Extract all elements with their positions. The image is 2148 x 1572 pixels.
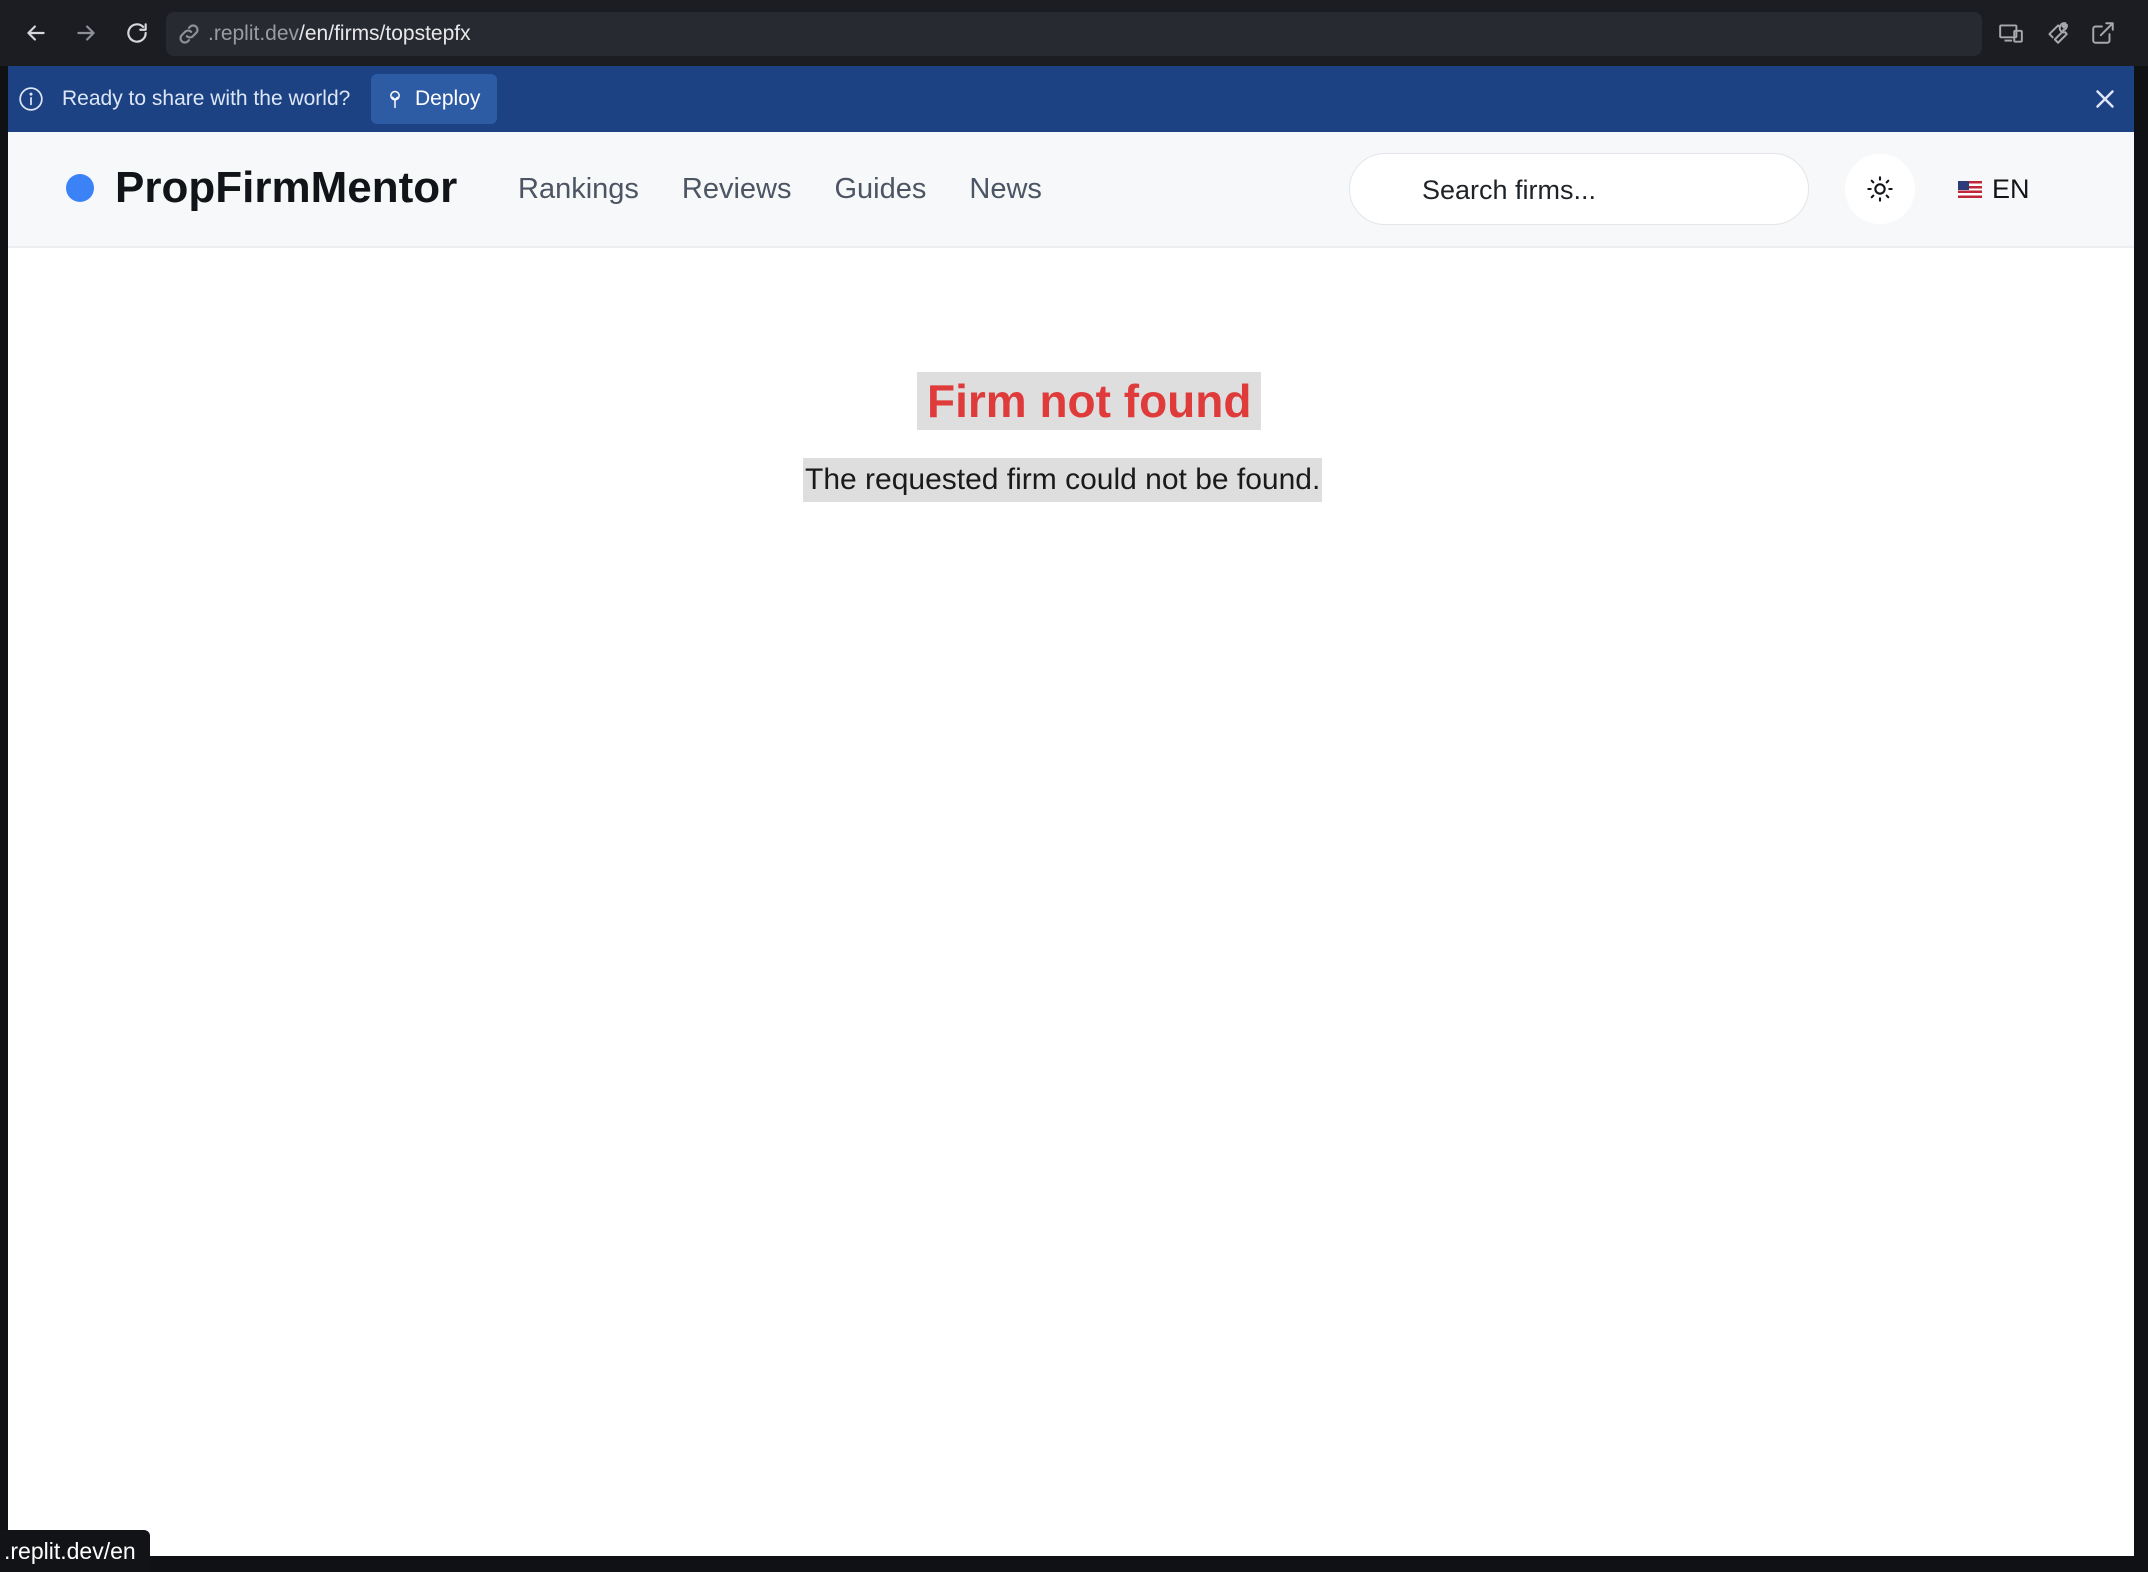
brand-name[interactable]: PropFirmMentor xyxy=(115,160,457,216)
language-label: EN xyxy=(1992,173,2030,204)
arrow-right-icon xyxy=(77,25,95,41)
link-icon xyxy=(176,21,202,47)
error-message: The requested firm could not be found. xyxy=(803,458,1323,502)
open-new-tab-button[interactable] xyxy=(2083,13,2123,53)
browser-toolbar: .replit.dev/en/firms/topstepfx xyxy=(0,0,2148,66)
search-box xyxy=(1349,153,1809,226)
sun-icon xyxy=(1867,176,1893,202)
link-status-tooltip: .replit.dev/en xyxy=(0,1530,150,1572)
refresh-icon xyxy=(127,23,147,43)
theme-toggle-button[interactable] xyxy=(1845,154,1915,224)
back-button[interactable] xyxy=(16,13,56,53)
webview: Ready to share with the world? Deploy Pr… xyxy=(8,66,2134,1556)
language-selector[interactable]: EN xyxy=(1958,154,2030,224)
main-nav: Rankings Reviews Guides News xyxy=(518,132,1085,246)
banner-message: Ready to share with the world? xyxy=(62,87,351,110)
deploy-button[interactable]: Deploy xyxy=(371,74,497,124)
brand-logo-dot xyxy=(66,174,94,202)
wrench-icon xyxy=(2048,22,2068,44)
us-flag-icon xyxy=(1958,180,1982,198)
deploy-banner: Ready to share with the world? Deploy xyxy=(8,66,2134,132)
info-icon xyxy=(19,87,43,111)
url-text: .replit.dev/en/firms/topstepfx xyxy=(208,22,471,45)
devices-button[interactable] xyxy=(1991,13,2031,53)
close-icon[interactable] xyxy=(2090,84,2120,114)
devtools-button[interactable] xyxy=(2037,13,2077,53)
nav-news[interactable]: News xyxy=(969,173,1042,206)
devices-icon xyxy=(1999,24,2023,43)
deploy-icon xyxy=(385,89,405,109)
nav-rankings[interactable]: Rankings xyxy=(518,173,639,206)
deploy-button-label: Deploy xyxy=(415,87,481,110)
error-title: Firm not found xyxy=(917,372,1262,430)
site-header: PropFirmMentor Rankings Reviews Guides N… xyxy=(8,132,2134,248)
search-input[interactable] xyxy=(1420,154,1794,226)
nav-reviews[interactable]: Reviews xyxy=(682,173,792,206)
forward-button[interactable] xyxy=(66,13,106,53)
reload-button[interactable] xyxy=(117,13,157,53)
address-bar[interactable]: .replit.dev/en/firms/topstepfx xyxy=(166,12,1982,56)
nav-guides[interactable]: Guides xyxy=(835,173,927,206)
external-link-icon xyxy=(2092,22,2114,44)
arrow-left-icon xyxy=(27,25,45,41)
